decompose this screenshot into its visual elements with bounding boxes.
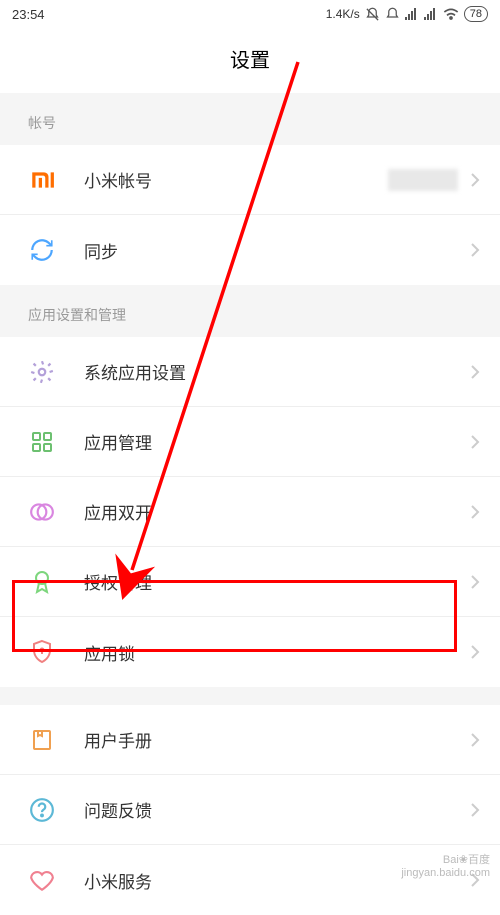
- heart-icon: [28, 866, 56, 894]
- signal-icon: [405, 8, 419, 20]
- list-label: 授权管理: [84, 569, 470, 594]
- list-label: 小米帐号: [84, 167, 388, 192]
- book-icon: [28, 726, 56, 754]
- list-label: 问题反馈: [84, 797, 470, 822]
- sync-icon: [28, 236, 56, 264]
- watermark: Bai❀百度 jingyan.baidu.com: [401, 854, 490, 880]
- account-value-blurred: [388, 169, 458, 191]
- chevron-right-icon: [470, 172, 480, 188]
- shield-lock-icon: [28, 638, 56, 666]
- list-label: 应用双开: [84, 499, 470, 524]
- section-header-apps: 应用设置和管理: [0, 285, 500, 337]
- chevron-right-icon: [470, 242, 480, 258]
- watermark-line1: Bai❀百度: [401, 854, 490, 867]
- status-bar: 23:54 1.4K/s 78: [0, 0, 500, 28]
- list-label: 应用管理: [84, 429, 470, 454]
- list-item-permissions[interactable]: 授权管理: [0, 547, 500, 617]
- chevron-right-icon: [470, 364, 480, 380]
- list-group-apps: 系统应用设置 应用管理 应用双开 授权管理 应用锁: [0, 337, 500, 687]
- list-label: 系统应用设置: [84, 359, 470, 384]
- status-right: 1.4K/s 78: [45, 6, 488, 22]
- list-group-help: 用户手册 问题反馈 小米服务: [0, 705, 500, 915]
- grid-icon: [28, 428, 56, 456]
- chevron-right-icon: [470, 644, 480, 660]
- status-time: 23:54: [12, 7, 45, 22]
- mi-logo-icon: [28, 166, 56, 194]
- dnd-icon: [365, 7, 380, 22]
- chevron-right-icon: [470, 504, 480, 520]
- gear-icon: [28, 358, 56, 386]
- list-label: 应用锁: [84, 640, 470, 665]
- question-icon: [28, 796, 56, 824]
- chevron-right-icon: [470, 802, 480, 818]
- list-group-account: 小米帐号 同步: [0, 145, 500, 285]
- list-label: 用户手册: [84, 727, 470, 752]
- bell-icon: [385, 7, 400, 22]
- signal-icon-2: [424, 8, 438, 20]
- medal-icon: [28, 568, 56, 596]
- list-item-feedback[interactable]: 问题反馈: [0, 775, 500, 845]
- page-title: 设置: [0, 28, 500, 93]
- network-speed: 1.4K/s: [326, 7, 360, 21]
- list-label: 同步: [84, 238, 470, 263]
- chevron-right-icon: [470, 574, 480, 590]
- list-item-app-manage[interactable]: 应用管理: [0, 407, 500, 477]
- list-item-manual[interactable]: 用户手册: [0, 705, 500, 775]
- dual-circle-icon: [28, 498, 56, 526]
- watermark-line2: jingyan.baidu.com: [401, 867, 490, 880]
- chevron-right-icon: [470, 732, 480, 748]
- list-item-sync[interactable]: 同步: [0, 215, 500, 285]
- list-item-mi-account[interactable]: 小米帐号: [0, 145, 500, 215]
- battery-level: 78: [464, 6, 488, 22]
- list-item-system-apps[interactable]: 系统应用设置: [0, 337, 500, 407]
- list-item-dual-apps[interactable]: 应用双开: [0, 477, 500, 547]
- wifi-icon: [443, 8, 459, 20]
- section-header-account: 帐号: [0, 93, 500, 145]
- chevron-right-icon: [470, 434, 480, 450]
- list-item-app-lock[interactable]: 应用锁: [0, 617, 500, 687]
